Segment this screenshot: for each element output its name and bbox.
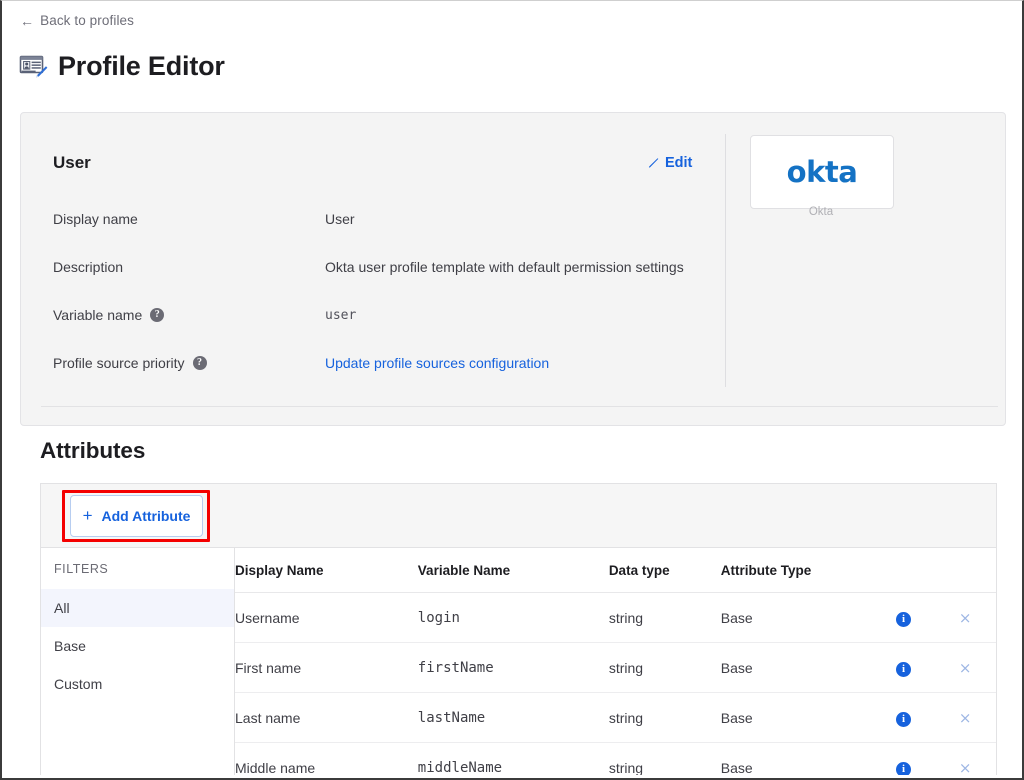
cell-attribute-type: Base — [720, 592, 873, 643]
column-header-variable-name: Variable Name — [417, 548, 609, 593]
update-profile-sources-link[interactable]: Update profile sources configuration — [325, 355, 549, 371]
cell-remove: × — [934, 592, 996, 643]
close-icon[interactable]: × — [959, 610, 972, 626]
cell-info: i — [872, 692, 935, 743]
pencil-icon — [646, 157, 659, 170]
help-icon[interactable]: ? — [192, 356, 207, 370]
field-variable-name: Variable name ? user — [53, 307, 713, 323]
cell-remove: × — [934, 692, 996, 743]
field-label: Description — [53, 259, 325, 275]
okta-logo-caption: Okta — [808, 206, 834, 218]
attributes-panel: + Add Attribute FILTERS All Base Custom … — [40, 483, 997, 775]
field-value: User — [325, 211, 355, 227]
okta-logo-text: okta — [786, 155, 858, 189]
cell-attribute-type: Base — [720, 642, 873, 693]
profile-card-edit-icon — [18, 52, 48, 82]
cell-display-name: Last name — [235, 692, 418, 743]
field-label: Display name — [53, 211, 325, 227]
cell-variable-name: lastName — [417, 692, 609, 743]
close-icon[interactable]: × — [959, 710, 972, 726]
column-header-remove — [934, 548, 996, 593]
attributes-table: Display Name Variable Name Data type Att… — [235, 548, 996, 775]
field-description: Description Okta user profile template w… — [53, 259, 713, 275]
field-value: user — [325, 307, 357, 323]
cell-remove: × — [934, 642, 996, 693]
attributes-body: FILTERS All Base Custom Display Name Var… — [41, 548, 996, 775]
cell-attribute-type: Base — [720, 692, 873, 743]
attributes-table-container: Display Name Variable Name Data type Att… — [235, 548, 996, 775]
edit-label: Edit — [665, 155, 693, 171]
app-screen: ← Back to profiles Profile Editor User E… — [0, 0, 1024, 780]
add-attribute-label: Add Attribute — [101, 508, 191, 524]
info-icon[interactable]: i — [896, 611, 912, 627]
user-profile-card: User Edit Display name User Description … — [20, 112, 1006, 426]
column-header-info — [872, 548, 935, 593]
close-icon[interactable]: × — [959, 760, 972, 775]
table-row: Username login string Base i × — [235, 592, 996, 643]
cell-info: i — [872, 642, 935, 693]
cell-attribute-type: Base — [720, 742, 873, 775]
table-body: Username login string Base i × First nam… — [235, 592, 996, 775]
field-label: Variable name ? — [53, 307, 325, 323]
cell-remove: × — [934, 742, 996, 775]
card-vertical-divider — [725, 134, 726, 387]
table-row: Last name lastName string Base i × — [235, 692, 996, 743]
table-row: First name firstName string Base i × — [235, 642, 996, 693]
card-horizontal-divider — [41, 406, 998, 407]
filter-item-base[interactable]: Base — [41, 627, 234, 665]
help-icon[interactable]: ? — [150, 308, 165, 322]
table-row: Middle name middleName string Base i × — [235, 742, 996, 775]
page-header: Profile Editor — [18, 51, 225, 82]
okta-logo-tile: okta — [750, 135, 894, 209]
filter-item-custom[interactable]: Custom — [41, 665, 234, 703]
field-profile-source-priority: Profile source priority ? Update profile… — [53, 355, 713, 371]
back-arrow-icon: ← — [20, 12, 35, 29]
cell-info: i — [872, 742, 935, 775]
table-header-row: Display Name Variable Name Data type Att… — [235, 548, 996, 593]
cell-display-name: Middle name — [235, 742, 418, 775]
cell-data-type: string — [608, 592, 721, 643]
attributes-heading: Attributes — [40, 438, 146, 463]
column-header-attribute-type: Attribute Type — [720, 548, 873, 593]
field-label-text: Description — [53, 259, 124, 275]
table-head: Display Name Variable Name Data type Att… — [235, 548, 996, 593]
field-value: Okta user profile template with default … — [325, 259, 684, 275]
cell-data-type: string — [608, 742, 721, 775]
info-icon[interactable]: i — [896, 761, 912, 775]
cell-variable-name: middleName — [417, 742, 609, 775]
field-label-text: Profile source priority — [53, 355, 185, 371]
column-header-display-name: Display Name — [235, 548, 418, 593]
field-label-text: Display name — [53, 211, 138, 227]
plus-icon: + — [82, 505, 93, 525]
cell-data-type: string — [608, 642, 721, 693]
page-title: Profile Editor — [58, 51, 225, 81]
user-card-title: User — [53, 153, 91, 172]
filter-item-all[interactable]: All — [41, 589, 234, 627]
cell-display-name: Username — [235, 592, 418, 643]
close-icon[interactable]: × — [959, 660, 972, 676]
filters-sidebar: FILTERS All Base Custom — [41, 548, 235, 775]
field-label: Profile source priority ? — [53, 355, 325, 371]
info-icon[interactable]: i — [896, 661, 912, 677]
field-label-text: Variable name — [53, 307, 143, 323]
attributes-toolbar: + Add Attribute — [41, 484, 996, 548]
breadcrumb-back-to-profiles[interactable]: ← Back to profiles — [20, 13, 134, 28]
cell-variable-name: firstName — [417, 642, 609, 693]
field-display-name: Display name User — [53, 211, 713, 227]
cell-variable-name: login — [417, 592, 609, 643]
filters-heading: FILTERS — [54, 562, 109, 576]
add-attribute-button[interactable]: + Add Attribute — [70, 495, 203, 537]
column-header-data-type: Data type — [608, 548, 721, 593]
breadcrumb-label: Back to profiles — [40, 13, 135, 28]
cell-display-name: First name — [235, 642, 418, 693]
info-icon[interactable]: i — [896, 711, 912, 727]
edit-button[interactable]: Edit — [646, 155, 692, 171]
cell-info: i — [872, 592, 935, 643]
cell-data-type: string — [608, 692, 721, 743]
